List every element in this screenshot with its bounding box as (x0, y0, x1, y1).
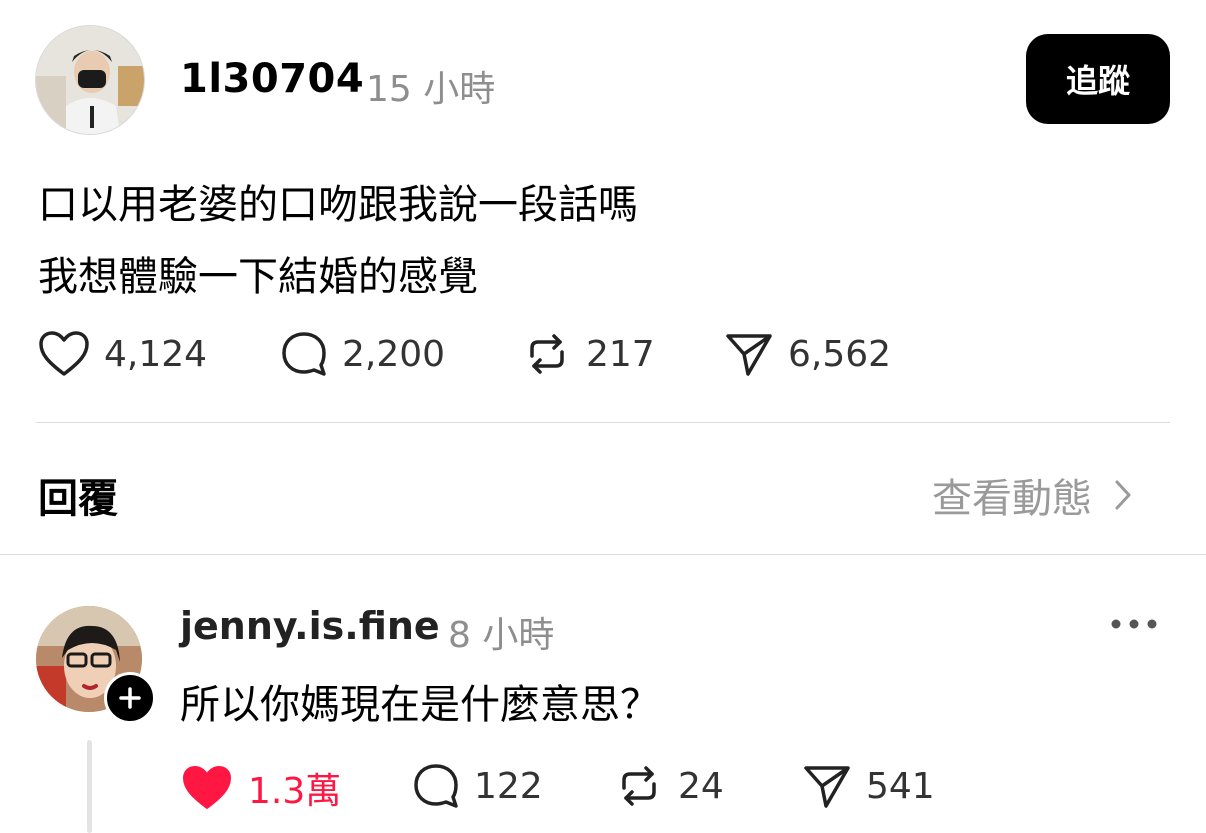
heart-icon (183, 766, 231, 809)
post-repost-count: 217 (586, 333, 655, 375)
reply-comment-button[interactable]: 122 (412, 762, 543, 810)
plus-icon (119, 687, 141, 709)
post-username[interactable]: 1l30704 (180, 56, 364, 102)
post-comment-count: 2,200 (342, 333, 446, 375)
comment-icon (282, 332, 326, 376)
post-text-line: 我想體驗一下結婚的感覺 (38, 254, 478, 300)
reply-share-button[interactable]: 541 (802, 762, 935, 810)
replies-title: 回覆 (38, 476, 118, 522)
post-time: 15 小時 (366, 69, 496, 110)
more-options-button[interactable] (1110, 616, 1158, 635)
reply-time: 8 小時 (448, 615, 555, 656)
reply-like-count: 1.3萬 (248, 771, 342, 812)
reply-comment-count: 122 (474, 765, 543, 807)
reply-username[interactable]: jenny.is.fine (180, 604, 440, 648)
comment-icon (414, 764, 458, 808)
view-activity-label: 查看動態 (932, 476, 1092, 522)
post-text-line: 口以用老婆的口吻跟我說一段話嗎 (38, 182, 638, 228)
chevron-right-icon (1115, 480, 1131, 510)
reply-repost-count: 24 (678, 765, 724, 807)
follow-plus-button[interactable] (104, 672, 156, 724)
reply-text: 所以你媽現在是什麼意思？ (180, 682, 660, 728)
share-icon (804, 766, 850, 808)
divider (0, 554, 1206, 555)
reply-repost-button[interactable]: 24 (614, 762, 724, 810)
post-repost-button[interactable]: 217 (522, 330, 655, 378)
thread-line (87, 740, 92, 833)
repost-icon (622, 766, 656, 806)
post-share-button[interactable]: 6,562 (724, 330, 891, 378)
reply-like-button[interactable]: 1.3萬 (180, 762, 341, 814)
post-like-count: 4,124 (104, 333, 208, 375)
share-icon (726, 334, 772, 376)
more-icon (1111, 619, 1157, 629)
post-share-count: 6,562 (788, 333, 892, 375)
view-activity-link[interactable]: 查看動態 (932, 466, 1132, 524)
post-like-button[interactable]: 4,124 (38, 330, 207, 378)
repost-icon (530, 334, 564, 374)
post-author-avatar[interactable] (36, 26, 144, 134)
reply-share-count: 541 (866, 765, 935, 807)
heart-icon (39, 331, 89, 376)
post-comment-button[interactable]: 2,200 (280, 330, 445, 378)
follow-button[interactable]: 追蹤 (1026, 34, 1170, 124)
divider (36, 422, 1170, 423)
